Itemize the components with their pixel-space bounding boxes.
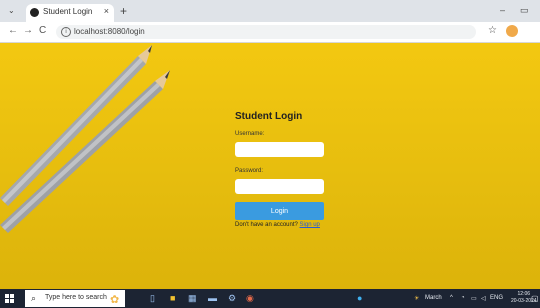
signup-link[interactable]: Sign up [300, 222, 320, 228]
password-label: Password: [235, 168, 264, 174]
restore-button[interactable]: ▭ [520, 5, 529, 16]
windows-taskbar: ⌕ Type here to search ✿ ▯ ■ ▦ ▬ ⚙ ◉ ● ☀ … [0, 289, 540, 308]
forward-button[interactable]: → [23, 25, 33, 36]
reload-button[interactable]: C [39, 25, 46, 36]
notification-icon[interactable]: ▢ [531, 294, 539, 303]
page-background: Student Login Username: Password: Login … [0, 43, 540, 289]
site-info-icon[interactable]: i [61, 27, 71, 37]
store-icon[interactable]: ▦ [188, 293, 197, 304]
back-button[interactable]: ← [8, 25, 18, 36]
new-tab-button[interactable]: + [120, 4, 127, 18]
task-view-icon[interactable]: ▯ [150, 293, 155, 304]
tab-close-icon[interactable]: × [104, 6, 109, 16]
address-bar[interactable]: i localhost:8080/login [56, 25, 476, 39]
browser-tab[interactable]: Student Login × [26, 4, 114, 22]
weather-label[interactable]: March [425, 295, 442, 301]
login-button[interactable]: Login [235, 202, 324, 220]
windows-start-icon[interactable] [5, 294, 14, 303]
photos-icon[interactable]: ▬ [208, 293, 217, 303]
login-title: Student Login [235, 111, 303, 122]
username-label: Username: [235, 131, 265, 137]
minimize-button[interactable]: – [500, 5, 505, 15]
search-icon: ⌕ [31, 293, 37, 303]
address-url[interactable]: localhost:8080/login [74, 27, 145, 36]
pencil-upper [0, 45, 152, 206]
tab-search-chevron-icon[interactable]: ⌄ [8, 6, 15, 15]
signup-prompt: Don't have an account? [235, 222, 298, 228]
tab-title: Student Login [43, 7, 93, 16]
edge-browser-icon[interactable]: ● [357, 293, 362, 303]
taskbar-search-placeholder[interactable]: Type here to search [45, 294, 107, 301]
battery-icon[interactable]: ▭ [471, 295, 477, 302]
password-input[interactable] [235, 179, 324, 194]
show-hidden-icons-icon[interactable]: ^ [450, 295, 453, 301]
username-input[interactable] [235, 142, 324, 157]
browser-tab-bar: ⌄ Student Login × + – ▭ [0, 0, 540, 22]
signup-row: Don't have an account? Sign up [235, 222, 320, 228]
pencils-illustration [0, 45, 170, 233]
tab-favicon-icon [30, 8, 39, 17]
bookmark-star-icon[interactable]: ☆ [488, 25, 497, 36]
weather-icon[interactable]: ☀ [414, 295, 419, 302]
settings-icon[interactable]: ⚙ [228, 293, 236, 304]
chrome-browser-icon[interactable]: ◉ [246, 293, 254, 304]
file-explorer-icon[interactable]: ■ [170, 293, 175, 303]
profile-avatar[interactable] [506, 25, 518, 37]
volume-icon[interactable]: ◁ [481, 295, 486, 302]
network-icon[interactable]: ◔ [461, 295, 465, 301]
browser-toolbar: ← → C i localhost:8080/login ☆ [0, 22, 540, 43]
pencil-lower [0, 70, 170, 233]
language-indicator[interactable]: ENG [490, 295, 503, 301]
news-widget-icon[interactable]: ✿ [110, 293, 119, 306]
